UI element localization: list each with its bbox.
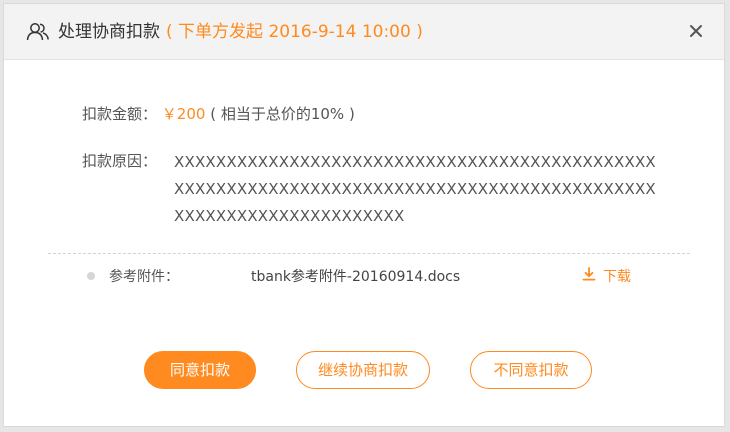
dialog-header: 处理协商扣款 ( 下单方发起 2016-9-14 10:00 ) <box>4 4 724 60</box>
download-label: 下载 <box>603 269 631 285</box>
bullet-dot <box>87 272 95 280</box>
continue-negotiation-button[interactable]: 继续协商扣款 <box>296 351 430 389</box>
disagree-button[interactable]: 不同意扣款 <box>470 351 592 389</box>
reason-label: 扣款原因： <box>82 152 158 170</box>
amount-value: ￥200 <box>161 105 206 123</box>
amount-row: 扣款金额： ￥200 ( 相当于总价的10% ) <box>82 102 355 127</box>
users-icon <box>26 22 50 42</box>
dialog-subtitle: ( 下单方发起 2016-9-14 10:00 ) <box>166 22 423 42</box>
download-link[interactable]: 下载 <box>582 267 631 287</box>
attachment-label: 参考附件： <box>109 269 179 285</box>
reason-row: 扣款原因： XXXXXXXXXXXXXXXXXXXXXXXXXXXXXXXXXX… <box>82 149 664 230</box>
deduction-dialog: 处理协商扣款 ( 下单方发起 2016-9-14 10:00 ) 扣款金额： ￥2… <box>3 3 725 427</box>
dialog-title-text: 处理协商扣款 <box>58 22 160 42</box>
amount-note: ( 相当于总价的10% ) <box>210 105 355 123</box>
reason-text: XXXXXXXXXXXXXXXXXXXXXXXXXXXXXXXXXXXXXXXX… <box>174 153 656 225</box>
agree-button[interactable]: 同意扣款 <box>144 351 256 389</box>
attachment-filename[interactable]: tbank参考附件-20160914.docs <box>251 267 460 287</box>
download-icon <box>582 267 603 287</box>
close-icon[interactable] <box>686 21 706 41</box>
amount-label: 扣款金额： <box>82 105 158 123</box>
dialog-title: 处理协商扣款 ( 下单方发起 2016-9-14 10:00 ) <box>58 21 423 43</box>
divider <box>48 253 690 254</box>
